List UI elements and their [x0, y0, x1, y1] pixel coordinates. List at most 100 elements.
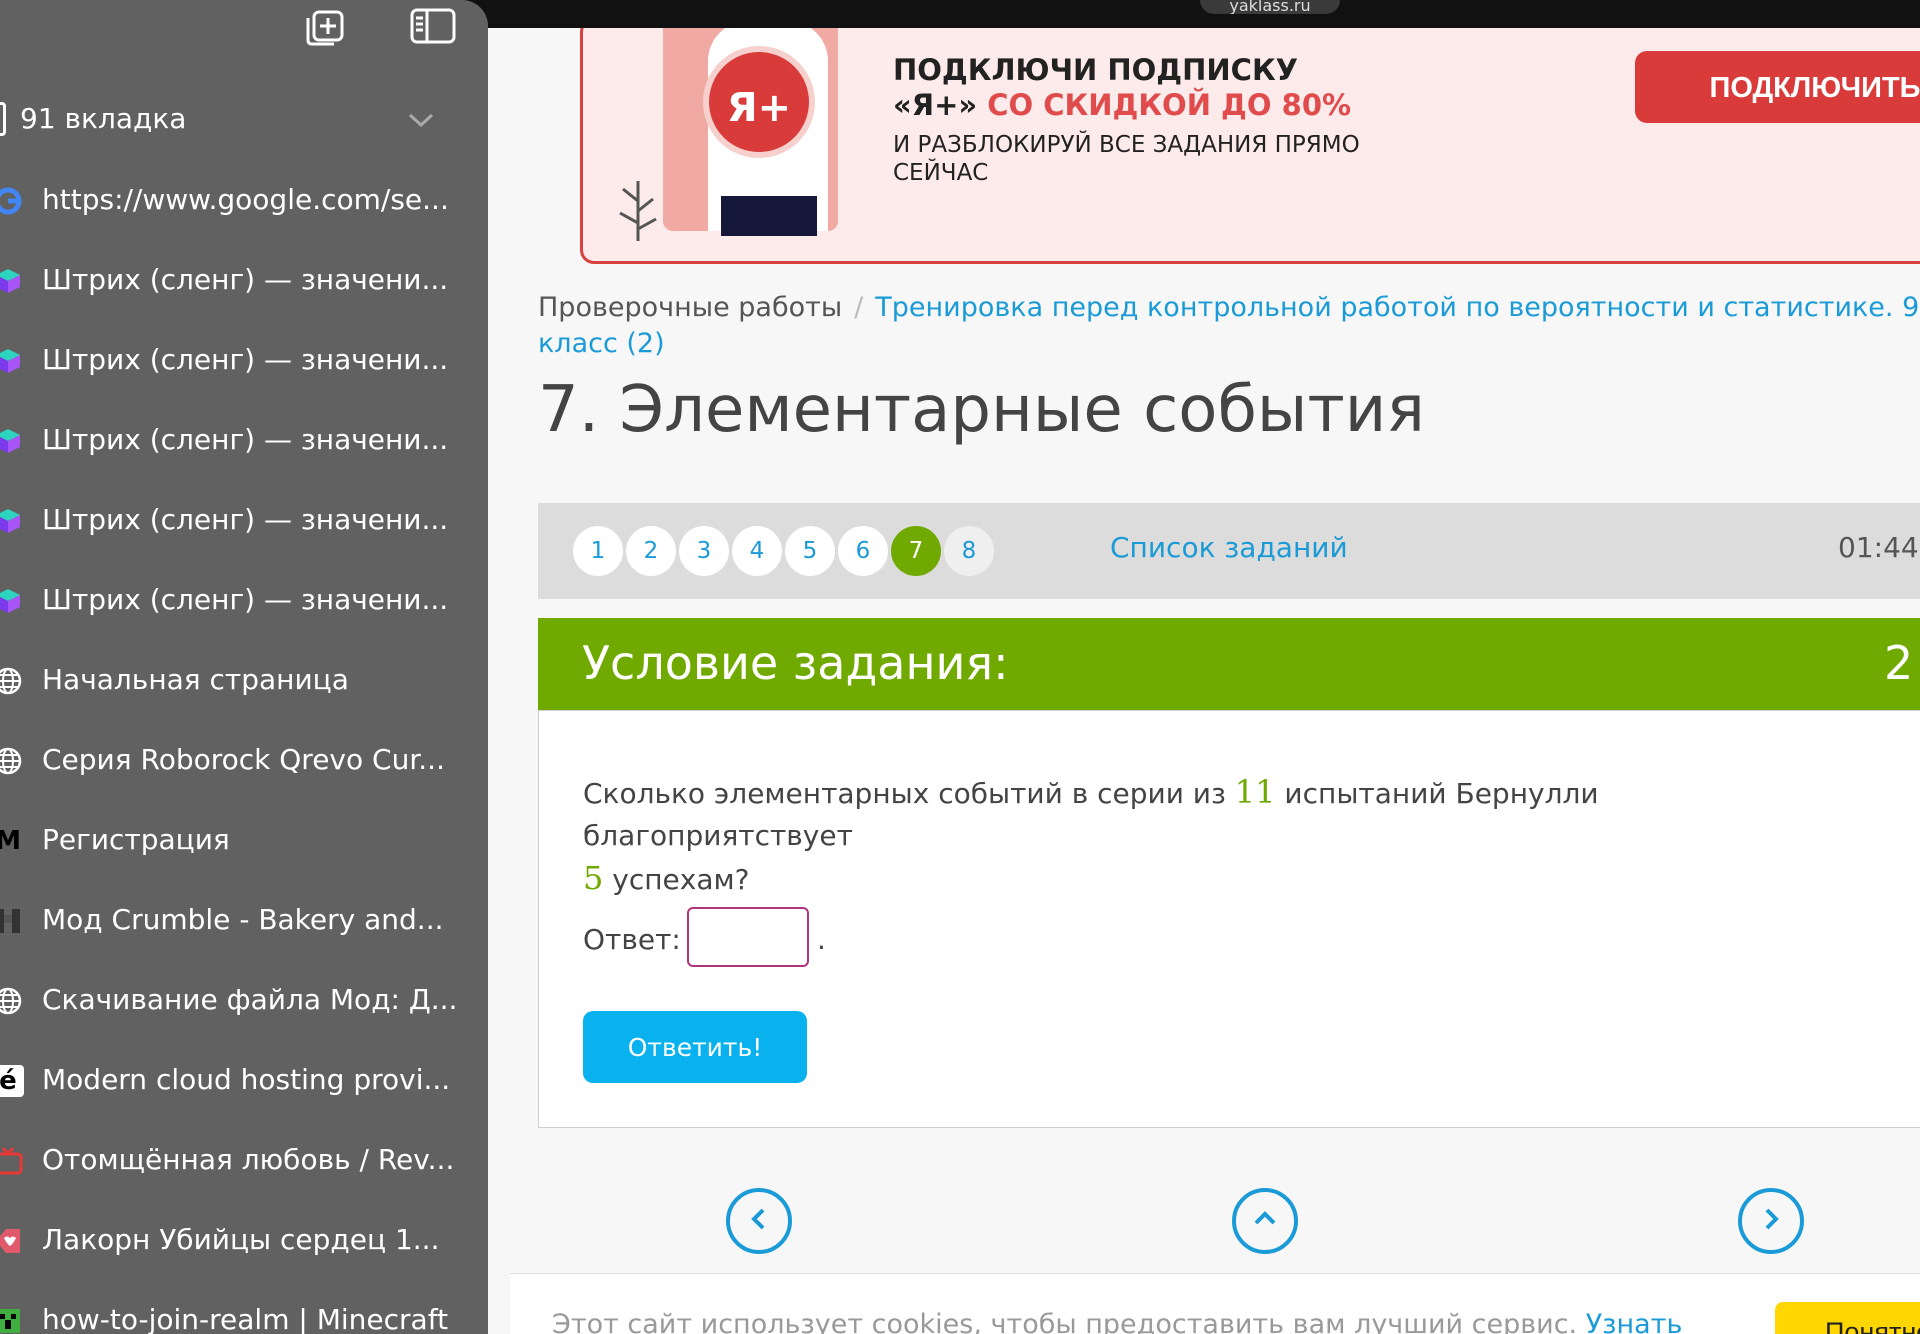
banner-discount: «Я+» СО СКИДКОЙ ДО 80% — [893, 88, 1351, 122]
cube-icon — [0, 265, 24, 297]
sidebar-tab[interactable]: Штрих (сленг) — значени... — [0, 251, 488, 311]
url-bar[interactable]: yaklass.ru — [1200, 0, 1340, 14]
e-logo-icon: é — [0, 1065, 24, 1097]
question-text: Сколько элементарных событий в серии из … — [583, 771, 1833, 901]
task-list-link[interactable]: Список заданий — [1110, 531, 1348, 564]
sidebar-tab[interactable]: Лакорн Убийцы сердец 1... — [0, 1211, 488, 1271]
tab-title: Регистрация — [42, 823, 230, 856]
tab-title: Мод Crumble - Bakery and... — [42, 903, 444, 936]
tab-title: Штрих (сленг) — значени... — [42, 583, 449, 616]
task-number-1[interactable]: 1 — [573, 526, 623, 576]
chevron-down-icon[interactable] — [404, 110, 438, 130]
trials-count: 11 — [1234, 773, 1276, 811]
sidebar-toggle-icon[interactable] — [410, 4, 456, 46]
task-points: 2 — [1884, 636, 1914, 690]
sidebar-tab[interactable]: Штрих (сленг) — значени... — [0, 331, 488, 391]
globe-icon — [0, 665, 24, 697]
submit-answer-button[interactable]: Ответить! — [583, 1011, 807, 1083]
task-navigation-bar: 1 2 3 4 5 6 7 8 Список заданий 01:44: — [538, 503, 1920, 599]
tab-title: https://www.google.com/se... — [42, 183, 449, 216]
prev-task-button[interactable] — [726, 1188, 792, 1254]
task-number-4[interactable]: 4 — [732, 526, 782, 576]
answer-input[interactable] — [687, 907, 809, 967]
chevron-right-icon — [1756, 1204, 1786, 1238]
breadcrumb-separator: / — [854, 292, 864, 323]
task-number-3[interactable]: 3 — [679, 526, 729, 576]
timer: 01:44: — [1838, 531, 1920, 564]
cookie-learn-more-link[interactable]: Узнать — [1586, 1309, 1683, 1334]
banner-legs-graphic — [721, 196, 817, 236]
sidebar-tab[interactable]: Штрих (сленг) — значени... — [0, 491, 488, 551]
cube-icon — [0, 585, 24, 617]
m-logo-icon: M — [0, 826, 21, 856]
pixel-icon — [0, 905, 24, 937]
google-icon — [0, 185, 24, 217]
task-number-7-active[interactable]: 7 — [891, 526, 941, 576]
cookie-bar: Этот сайт использует cookies, чтобы пред… — [510, 1273, 1920, 1334]
tab-sidebar: 91 вкладка https://www.google.com/se... … — [0, 0, 488, 1334]
tab-title: Штрих (сленг) — значени... — [42, 263, 449, 296]
sidebar-tab[interactable]: Мод Crumble - Bakery and... — [0, 891, 488, 951]
tab-title: Начальная страница — [42, 663, 349, 696]
plant-icon — [608, 171, 668, 241]
next-task-button[interactable] — [1738, 1188, 1804, 1254]
sidebar-tab[interactable]: Отомщённая любовь / Rev... — [0, 1131, 488, 1191]
sidebar-tab[interactable]: M Регистрация — [0, 811, 488, 871]
cube-icon — [0, 345, 24, 377]
banner-headline: ПОДКЛЮЧИ ПОДПИСКУ — [893, 53, 1299, 87]
task-body: Сколько элементарных событий в серии из … — [538, 710, 1920, 1128]
task-number-2[interactable]: 2 — [626, 526, 676, 576]
cookie-text: Этот сайт использует cookies, чтобы пред… — [552, 1309, 1682, 1334]
chevron-left-icon — [744, 1204, 774, 1238]
task-number-5[interactable]: 5 — [785, 526, 835, 576]
sidebar-tab[interactable]: how-to-join-realm | Minecraft — [0, 1291, 488, 1334]
breadcrumb-root[interactable]: Проверочные работы — [538, 292, 842, 323]
banner-discount-text: СО СКИДКОЙ ДО 80% — [987, 88, 1352, 122]
task-number-6[interactable]: 6 — [838, 526, 888, 576]
sidebar-tab[interactable]: Скачивание файла Мод: Д... — [0, 971, 488, 1031]
cookie-accept-button[interactable]: Понятно — [1775, 1302, 1920, 1334]
sidebar-tab[interactable]: https://www.google.com/se... — [0, 171, 488, 231]
question-part-1: Сколько элементарных событий в серии из — [583, 777, 1235, 810]
page-title: 7. Элементарные события — [538, 373, 1425, 447]
task-header-title: Условие задания: — [582, 636, 1009, 690]
scroll-top-button[interactable] — [1232, 1188, 1298, 1254]
new-tab-group-icon[interactable] — [304, 4, 346, 46]
tabs-count[interactable]: 91 вкладка — [20, 102, 186, 135]
sidebar-tab[interactable]: Штрих (сленг) — значени... — [0, 411, 488, 471]
subscribe-button[interactable]: ПОДКЛЮЧИТЬ — [1635, 51, 1920, 123]
tab-group-icon — [0, 102, 6, 136]
task-number-8[interactable]: 8 — [944, 526, 994, 576]
page-content: Я+ ПОДКЛЮЧИ ПОДПИСКУ «Я+» СО СКИДКОЙ ДО … — [490, 28, 1920, 1334]
tab-title: Штрих (сленг) — значени... — [42, 423, 449, 456]
cube-icon — [0, 425, 24, 457]
task-header: Условие задания: 2 — [538, 618, 1920, 710]
globe-icon — [0, 985, 24, 1017]
tab-title: Штрих (сленг) — значени... — [42, 343, 449, 376]
cube-icon — [0, 505, 24, 537]
tab-title: Отомщённая любовь / Rev... — [42, 1143, 455, 1176]
successes-count: 5 — [583, 859, 604, 897]
sidebar-tab[interactable]: é Modern cloud hosting provi... — [0, 1051, 488, 1111]
sidebar-tab[interactable]: Серия Roborock Qrevo Cur... — [0, 731, 488, 791]
tab-title: how-to-join-realm | Minecraft — [42, 1303, 449, 1334]
tab-title: Лакорн Убийцы сердец 1... — [42, 1223, 440, 1256]
sidebar-tab[interactable]: Начальная страница — [0, 651, 488, 711]
sidebar-tab[interactable]: Штрих (сленг) — значени... — [0, 571, 488, 631]
answer-label: Ответ: — [583, 923, 681, 956]
tab-title: Скачивание файла Мод: Д... — [42, 983, 458, 1016]
subscription-banner[interactable]: Я+ ПОДКЛЮЧИ ПОДПИСКУ «Я+» СО СКИДКОЙ ДО … — [580, 28, 1920, 264]
ya-plus-logo: Я+ — [703, 46, 815, 158]
creeper-icon — [0, 1305, 24, 1334]
heart-tag-icon — [0, 1225, 24, 1257]
breadcrumb: Проверочные работы / Тренировка перед конт… — [538, 290, 1920, 362]
tab-title: Штрих (сленг) — значени... — [42, 503, 449, 536]
tv-icon — [0, 1145, 24, 1177]
chevron-up-icon — [1250, 1204, 1280, 1238]
globe-icon — [0, 745, 24, 777]
tab-title: Modern cloud hosting provi... — [42, 1063, 451, 1096]
banner-subtext: И РАЗБЛОКИРУЙ ВСЕ ЗАДАНИЯ ПРЯМО СЕЙЧАС — [893, 132, 1360, 186]
tab-title: Серия Roborock Qrevo Cur... — [42, 743, 445, 776]
question-part-3: успехам? — [603, 863, 750, 896]
banner-product: «Я+» — [893, 88, 978, 122]
